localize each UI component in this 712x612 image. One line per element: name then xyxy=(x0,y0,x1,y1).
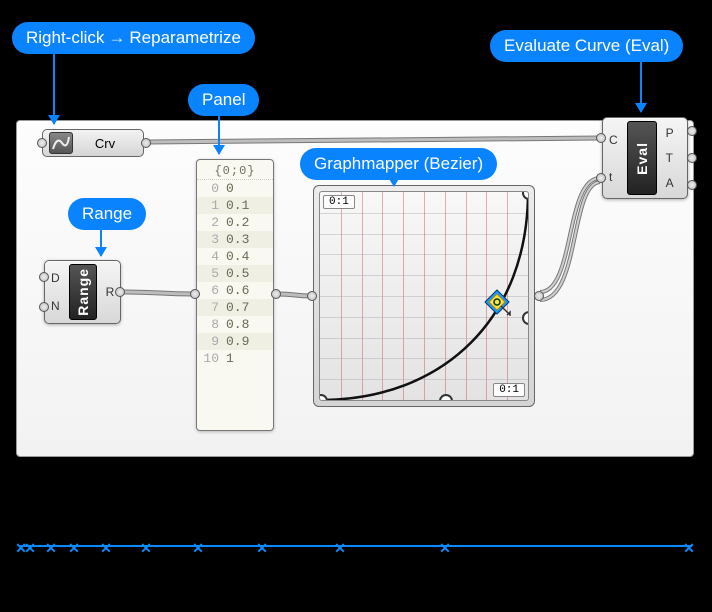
port-T[interactable]: T xyxy=(666,148,674,168)
result-point: ✕ xyxy=(683,540,695,557)
panel-header: {0;0} xyxy=(197,160,273,180)
port-P[interactable]: P xyxy=(666,123,674,143)
grip-R[interactable] xyxy=(115,287,125,297)
eval-out-ports: P T A xyxy=(660,118,680,198)
arrow-range xyxy=(100,228,102,256)
port-A[interactable]: A xyxy=(666,173,674,193)
grip-P[interactable] xyxy=(687,126,697,136)
port-C[interactable]: C xyxy=(609,130,618,150)
crv-out-grip[interactable] xyxy=(141,138,151,148)
grip-D[interactable] xyxy=(39,272,49,282)
bezier-handle[interactable] xyxy=(522,311,529,325)
bezier-handle[interactable] xyxy=(439,394,453,401)
eval-title-slab: Eval xyxy=(627,121,657,195)
arrow-reparam xyxy=(53,52,55,124)
panel-node[interactable]: {0;0} 0010.120.230.340.450.560.670.780.8… xyxy=(196,159,274,431)
crv-in-grip[interactable] xyxy=(37,138,47,148)
panel-out-grip[interactable] xyxy=(271,289,281,299)
panel-row: 80.8 xyxy=(197,316,273,333)
result-point: ✕ xyxy=(140,540,152,557)
result-point: ✕ xyxy=(45,540,57,557)
grip-C[interactable] xyxy=(596,133,606,143)
port-D[interactable]: D xyxy=(51,268,60,288)
gm-out-grip[interactable] xyxy=(534,291,544,301)
panel-row: 101 xyxy=(197,350,273,367)
label-reparam: Right-click→Reparametrize xyxy=(12,22,255,54)
arrow-panel xyxy=(218,114,220,154)
range-title: Range xyxy=(75,268,91,316)
result-point: ✕ xyxy=(192,540,204,557)
txt: Right-click xyxy=(26,28,104,47)
panel-rows: 0010.120.230.340.450.560.670.780.890.910… xyxy=(197,180,273,367)
panel-row: 40.4 xyxy=(197,248,273,265)
label-panel: Panel xyxy=(188,84,259,116)
panel-row: 20.2 xyxy=(197,214,273,231)
panel-row: 70.7 xyxy=(197,299,273,316)
grip-t[interactable] xyxy=(596,173,606,183)
panel-row: 30.3 xyxy=(197,231,273,248)
result-point: ✕ xyxy=(256,540,268,557)
result-point: ✕ xyxy=(68,540,80,557)
gm-in-grip[interactable] xyxy=(307,291,317,301)
crv-node[interactable]: Crv xyxy=(42,129,144,157)
port-R[interactable]: R xyxy=(106,282,115,302)
result-line xyxy=(20,545,692,547)
label-eval: Evaluate Curve (Eval) xyxy=(490,30,683,62)
range-in-ports: D N xyxy=(45,261,66,323)
crv-label: Crv xyxy=(77,136,143,151)
eval-title: Eval xyxy=(634,142,650,175)
panel-row: 90.9 xyxy=(197,333,273,350)
graphmapper-canvas[interactable]: 0:1 0:1 xyxy=(319,191,529,401)
grip-A[interactable] xyxy=(687,180,697,190)
grip-N[interactable] xyxy=(39,302,49,312)
panel-row: 60.6 xyxy=(197,282,273,299)
grip-Tout[interactable] xyxy=(687,153,697,163)
panel-in-grip[interactable] xyxy=(190,289,200,299)
port-t[interactable]: t xyxy=(609,167,618,187)
range-title-slab: Range xyxy=(69,264,97,320)
label-gm: Graphmapper (Bezier) xyxy=(300,148,497,180)
txt2: Reparametrize xyxy=(129,28,241,47)
arrow-eval xyxy=(640,60,642,112)
eval-in-ports: C t xyxy=(603,118,624,198)
label-range: Range xyxy=(68,198,146,230)
range-node[interactable]: D N Range R xyxy=(44,260,121,324)
port-N[interactable]: N xyxy=(51,296,60,316)
panel-row: 10.1 xyxy=(197,197,273,214)
reparametrize-icon xyxy=(49,132,73,154)
graphmapper-node[interactable]: 0:1 0:1 xyxy=(313,185,535,407)
eval-node[interactable]: C t Eval P T A xyxy=(602,117,688,197)
result-point: ✕ xyxy=(439,540,451,557)
panel-row: 00 xyxy=(197,180,273,197)
result-point: ✕ xyxy=(334,540,346,557)
result-point: ✕ xyxy=(24,540,36,557)
result-point: ✕ xyxy=(100,540,112,557)
arrow-glyph: → xyxy=(108,28,125,47)
panel-row: 50.5 xyxy=(197,265,273,282)
